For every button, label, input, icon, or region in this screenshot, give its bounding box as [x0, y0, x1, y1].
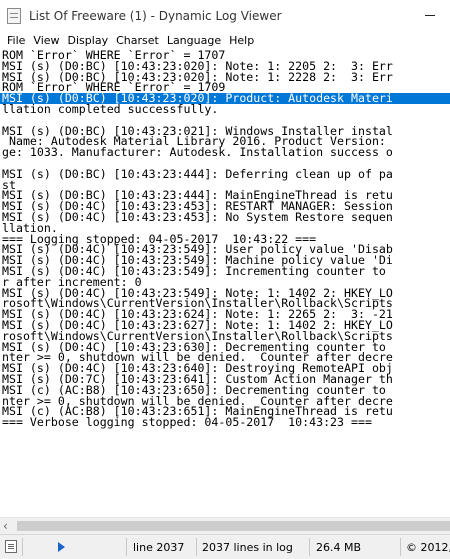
status-separator — [22, 538, 23, 556]
log-text-area[interactable]: ROM `Error` WHERE `Error` = 1707 MSI (s) … — [0, 50, 450, 517]
menu-display[interactable]: Display — [64, 34, 113, 47]
menu-language[interactable]: Language — [163, 34, 225, 47]
status-line-number: line 2037 — [133, 541, 185, 554]
log-file-icon[interactable] — [5, 540, 17, 553]
log-line[interactable]: llation completed successfully. — [0, 103, 450, 115]
minimize-button[interactable] — [410, 0, 450, 31]
log-line[interactable]: MSI (s) (D0:BC) [10:43:23:444]: Deferrin… — [0, 168, 450, 180]
log-line[interactable]: === Verbose logging stopped: 04-05-2017 … — [0, 416, 450, 428]
menu-charset[interactable]: Charset — [112, 34, 163, 47]
title-bar: List Of Freeware (1) - Dynamic Log Viewe… — [0, 0, 450, 31]
status-separator — [126, 538, 127, 556]
status-bar: line 2037 2037 lines in log 26.4 MB © 20… — [0, 534, 450, 559]
menu-bar: File View Display Charset Language Help — [0, 31, 450, 50]
log-line[interactable]: MSI (s) (D0:4C) [10:43:23:453]: No Syste… — [0, 211, 450, 223]
app-document-icon — [7, 7, 21, 24]
status-file-size: 26.4 MB — [316, 541, 362, 554]
window-title: List Of Freeware (1) - Dynamic Log Viewe… — [29, 8, 282, 23]
status-separator — [400, 538, 401, 556]
status-line-count: 2037 lines in log — [202, 541, 293, 554]
menu-view[interactable]: View — [29, 34, 63, 47]
status-copyright: © 2012, — [406, 541, 450, 554]
menu-file[interactable]: File — [0, 34, 29, 47]
log-line[interactable]: ge: 1033. Manufacturer: Autodesk. Instal… — [0, 146, 450, 158]
scroll-left-arrow-icon[interactable]: ‹ — [3, 520, 15, 532]
menu-help[interactable]: Help — [225, 34, 258, 47]
horizontal-scrollbar[interactable]: ‹ — [0, 517, 450, 534]
status-separator — [309, 538, 310, 556]
play-icon[interactable] — [58, 542, 65, 552]
status-separator — [196, 538, 197, 556]
minimize-icon — [425, 15, 435, 16]
scrollbar-thumb[interactable] — [17, 521, 450, 531]
